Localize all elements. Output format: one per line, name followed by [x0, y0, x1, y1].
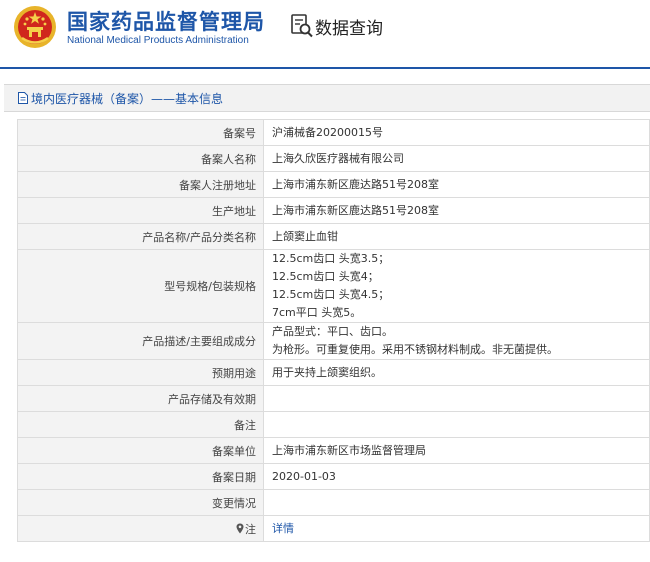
- field-label: 备案日期: [17, 463, 264, 490]
- field-label: 备案人名称: [17, 145, 264, 172]
- field-label: 备案单位: [17, 437, 264, 464]
- table-row: 注 详情: [17, 515, 650, 542]
- field-value: [263, 489, 650, 516]
- field-value: 用于夹持上颌窦组织。: [263, 359, 650, 386]
- field-label: 产品描述/主要组成成分: [17, 322, 264, 360]
- field-value: 上海市浦东新区鹿达路51号208室: [263, 171, 650, 198]
- table-row: 备案人名称 上海久欣医疗器械有限公司: [17, 145, 650, 172]
- field-value: 详情: [263, 515, 650, 542]
- field-value: 上颌窦止血钳: [263, 223, 650, 250]
- field-label: 注: [245, 522, 256, 536]
- field-label: 备案人注册地址: [17, 171, 264, 198]
- header-divider: [0, 67, 650, 69]
- table-row: 备注: [17, 411, 650, 438]
- spec-line: 12.5cm齿口 头宽3.5；: [272, 252, 390, 265]
- field-label: 备案号: [17, 119, 264, 146]
- field-value: 12.5cm齿口 头宽3.5； 12.5cm齿口 头宽4； 12.5cm齿口 头…: [263, 249, 650, 323]
- field-value: [263, 411, 650, 438]
- field-label: 预期用途: [17, 359, 264, 386]
- table-row: 备案日期 2020-01-03: [17, 463, 650, 490]
- map-pin-icon: [236, 523, 244, 533]
- breadcrumb: 境内医疗器械（备案）——基本信息: [4, 84, 650, 112]
- table-row: 生产地址 上海市浦东新区鹿达路51号208室: [17, 197, 650, 224]
- detail-link[interactable]: 详情: [272, 522, 294, 535]
- agency-name-cn: 国家药品监督管理局: [67, 10, 265, 34]
- spec-line: 7cm平口 头宽5。: [272, 306, 362, 319]
- table-row: 备案人注册地址 上海市浦东新区鹿达路51号208室: [17, 171, 650, 198]
- table-row: 型号规格/包装规格 12.5cm齿口 头宽3.5； 12.5cm齿口 头宽4； …: [17, 249, 650, 323]
- site-header: 国家药品监督管理局 National Medical Products Admi…: [0, 0, 650, 69]
- table-row: 产品名称/产品分类名称 上颌窦止血钳: [17, 223, 650, 250]
- description-line: 为枪形。可重复使用。采用不锈钢材料制成。非无菌提供。: [272, 343, 558, 356]
- field-value: 产品型式：平口、齿口。 为枪形。可重复使用。采用不锈钢材料制成。非无菌提供。: [263, 322, 650, 360]
- field-label: 备注: [17, 411, 264, 438]
- field-value: 沪浦械备20200015号: [263, 119, 650, 146]
- national-emblem-icon: [14, 6, 56, 48]
- table-row: 预期用途 用于夹持上颌窦组织。: [17, 359, 650, 386]
- page-title: 数据查询: [315, 19, 383, 39]
- spec-line: 12.5cm齿口 头宽4；: [272, 270, 379, 283]
- table-row: 产品描述/主要组成成分 产品型式：平口、齿口。 为枪形。可重复使用。采用不锈钢材…: [17, 322, 650, 360]
- table-row: 备案单位 上海市浦东新区市场监督管理局: [17, 437, 650, 464]
- field-label: 型号规格/包装规格: [17, 249, 264, 323]
- breadcrumb-label: 境内医疗器械（备案）——基本信息: [31, 92, 224, 106]
- description-line: 产品型式：平口、齿口。: [272, 325, 393, 338]
- table-row: 产品存储及有效期: [17, 385, 650, 412]
- data-query-icon: [291, 14, 313, 38]
- agency-name-en: National Medical Products Administration: [67, 35, 249, 46]
- record-table: 备案号 沪浦械备20200015号 备案人名称 上海久欣医疗器械有限公司 备案人…: [17, 119, 650, 542]
- field-label: 产品名称/产品分类名称: [17, 223, 264, 250]
- field-value: 上海市浦东新区鹿达路51号208室: [263, 197, 650, 224]
- field-value: 上海久欣医疗器械有限公司: [263, 145, 650, 172]
- field-label: 产品存储及有效期: [17, 385, 264, 412]
- field-label: 生产地址: [17, 197, 264, 224]
- field-label: 变更情况: [17, 489, 264, 516]
- document-icon: [18, 92, 28, 104]
- note-label-cell: 注: [17, 515, 264, 542]
- field-value: 上海市浦东新区市场监督管理局: [263, 437, 650, 464]
- field-value: 2020-01-03: [263, 463, 650, 490]
- table-row: 变更情况: [17, 489, 650, 516]
- table-row: 备案号 沪浦械备20200015号: [17, 119, 650, 146]
- field-value: [263, 385, 650, 412]
- spec-line: 12.5cm齿口 头宽4.5；: [272, 288, 390, 301]
